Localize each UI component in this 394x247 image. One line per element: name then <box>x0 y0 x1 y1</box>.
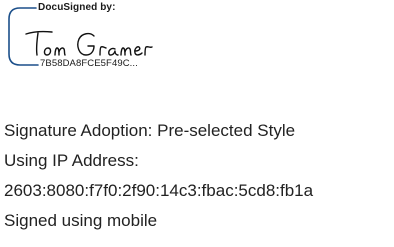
envelope-id: 7B58DA8FCE5F49C... <box>40 58 138 69</box>
ip-address-label: Using IP Address: <box>4 151 139 170</box>
ip-address-value: 2603:8080:f7f0:2f90:14c3:fbac:5cd8:fb1a <box>4 181 314 200</box>
signature-adoption-text: Signature Adoption: Pre-selected Style <box>4 121 296 140</box>
docusign-signature-block: DocuSigned by: 7B58DA8FCE5F49C... <box>0 0 200 80</box>
signed-via-text: Signed using mobile <box>4 211 158 230</box>
docusigned-by-label: DocuSigned by: <box>38 2 116 13</box>
